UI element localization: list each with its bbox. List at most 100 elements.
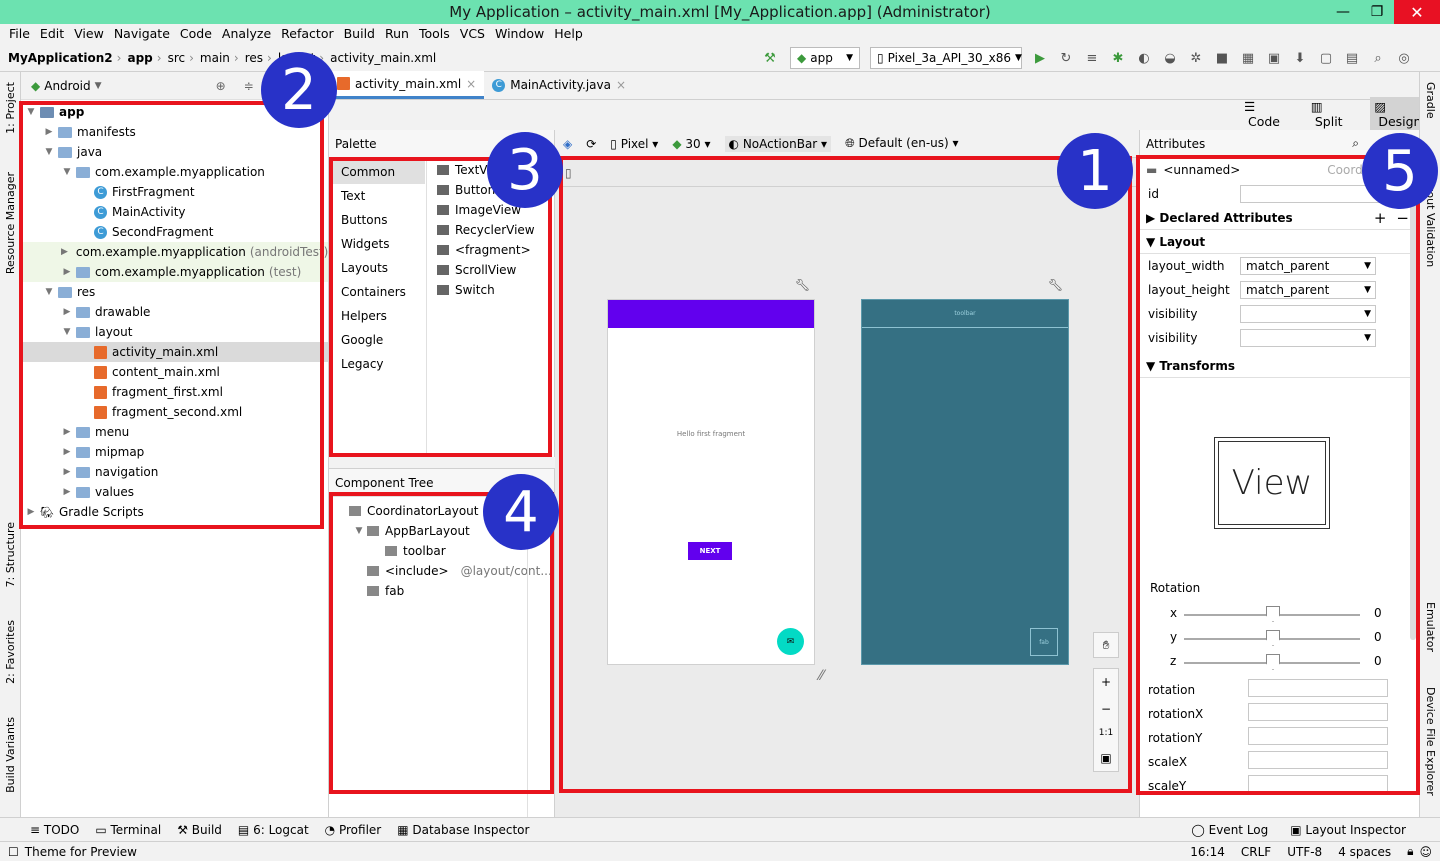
menu-item-vcs[interactable]: VCS xyxy=(455,24,490,44)
menu-item-view[interactable]: View xyxy=(69,24,109,44)
sdk-manager-icon[interactable]: ⬇ xyxy=(1290,48,1310,68)
breadcrumb-item[interactable]: activity_main.xml xyxy=(330,51,436,65)
indent-setting[interactable]: 4 spaces xyxy=(1338,845,1391,859)
sync-icon[interactable]: ▦ xyxy=(1238,48,1258,68)
minimize-button[interactable]: — xyxy=(1326,0,1360,24)
run-config-select[interactable]: ◆ app ▼ xyxy=(790,47,860,69)
collapse-icon[interactable]: ≑ xyxy=(244,79,254,93)
tool-window-0[interactable]: ≡ TODO xyxy=(30,823,79,837)
tool-icon: ▣ xyxy=(1290,822,1306,837)
menu-item-run[interactable]: Run xyxy=(380,24,414,44)
project-tool-tab[interactable]: 1: Project xyxy=(4,82,17,134)
locate-icon[interactable]: ⊕ xyxy=(216,79,226,93)
favorites-tab[interactable]: 2: Favorites xyxy=(4,620,17,684)
api-select[interactable]: ◆ 30 ▾ xyxy=(672,137,710,151)
project-view-select[interactable]: Android xyxy=(44,79,90,93)
tool-window-right[interactable]: ▣ Layout Inspector xyxy=(1290,823,1406,837)
search-icon[interactable]: ⌕ xyxy=(1368,48,1388,68)
breadcrumb-item[interactable]: main xyxy=(200,51,230,65)
tab-label: MainActivity.java xyxy=(510,78,611,92)
callout-badge-5: 5 xyxy=(1362,133,1438,209)
chevron-down-icon[interactable]: ▼ xyxy=(95,81,102,91)
tool-icon: ⚒ xyxy=(177,822,192,837)
menu-item-help[interactable]: Help xyxy=(549,24,588,44)
tool-window-1[interactable]: ▭ Terminal xyxy=(95,823,161,837)
tool-icon: ▤ xyxy=(237,822,254,837)
window-title: My Application – activity_main.xml [My_A… xyxy=(449,3,991,21)
highlight-box-canvas xyxy=(559,156,1132,793)
build-variants-tab[interactable]: Build Variants xyxy=(4,717,17,793)
attach-debugger-icon[interactable]: ◒ xyxy=(1160,48,1180,68)
apply-changes-icon[interactable]: ↻ xyxy=(1056,48,1076,68)
debug-icon[interactable]: ✱ xyxy=(1108,48,1128,68)
code-mode-button[interactable]: ☰ Code xyxy=(1240,97,1299,131)
callout-badge-4: 4 xyxy=(483,474,559,550)
breadcrumb-separator-icon: › xyxy=(189,51,194,65)
device-file-explorer-tab[interactable]: Device File Explorer xyxy=(1424,687,1437,796)
breadcrumb-item[interactable]: MyApplication2 xyxy=(8,51,113,65)
run-icon[interactable]: ▶ xyxy=(1030,48,1050,68)
design-mode-label: Design xyxy=(1378,114,1422,129)
tool-label: Event Log xyxy=(1208,822,1269,837)
bottom-tool-bar: ≡ TODO ▭ Terminal ⚒ Build ▤ 6: Logcat ◔ Prof… xyxy=(0,817,1440,841)
menu-item-build[interactable]: Build xyxy=(339,24,380,44)
locale-select[interactable]: 🌐︎ Default (en-us) ▾ xyxy=(845,136,958,151)
coverage-icon[interactable]: ✲ xyxy=(1186,48,1206,68)
apply-code-icon[interactable]: ≡ xyxy=(1082,48,1102,68)
device-select[interactable]: ▯ Pixel ▾ xyxy=(610,137,658,151)
resource-manager-tab[interactable]: Resource Manager xyxy=(4,172,17,274)
tool-window-3[interactable]: ▤ 6: Logcat xyxy=(238,823,309,837)
menu-item-refactor[interactable]: Refactor xyxy=(276,24,338,44)
breadcrumb-item[interactable]: src xyxy=(168,51,186,65)
breadcrumb: MyApplication2›app›src›main›res›layout›a… xyxy=(8,44,440,72)
close-button[interactable]: ✕ xyxy=(1394,0,1440,24)
tool-window-right[interactable]: ◯ Event Log xyxy=(1191,823,1268,837)
status-checkbox-icon[interactable]: ☐ xyxy=(8,845,19,859)
file-encoding[interactable]: UTF-8 xyxy=(1287,845,1322,859)
xml-file-icon xyxy=(337,77,350,90)
structure-tab[interactable]: 7: Structure xyxy=(4,522,17,587)
menu-item-analyze[interactable]: Analyze xyxy=(217,24,276,44)
breadcrumb-item[interactable]: res xyxy=(245,51,263,65)
menu-item-code[interactable]: Code xyxy=(175,24,217,44)
inspector-icon[interactable]: ☺ xyxy=(1419,845,1432,859)
orientation-icon[interactable]: ⟳ xyxy=(586,137,596,151)
layers-icon[interactable]: ◈ xyxy=(563,137,572,151)
avd-manager-icon[interactable]: ▣ xyxy=(1264,48,1284,68)
tab-main-activity[interactable]: C MainActivity.java × xyxy=(484,71,634,99)
stop-icon[interactable]: ■ xyxy=(1212,48,1232,68)
class-icon: C xyxy=(492,78,506,92)
code-mode-label: Code xyxy=(1248,114,1281,129)
menu-item-tools[interactable]: Tools xyxy=(414,24,455,44)
tool-window-2[interactable]: ⚒ Build xyxy=(177,823,222,837)
lock-icon[interactable]: 🔒︎ xyxy=(1407,844,1413,859)
split-mode-button[interactable]: ▥ Split xyxy=(1307,97,1362,131)
profile-icon[interactable]: ◐ xyxy=(1134,48,1154,68)
line-separator[interactable]: CRLF xyxy=(1241,845,1271,859)
menu-item-file[interactable]: File xyxy=(4,24,35,44)
tool-window-4[interactable]: ◔ Profiler xyxy=(325,823,382,837)
breadcrumb-item[interactable]: app xyxy=(127,51,152,65)
project-structure-icon[interactable]: ▤ xyxy=(1342,48,1362,68)
close-icon[interactable]: × xyxy=(616,78,626,92)
menu-item-edit[interactable]: Edit xyxy=(35,24,69,44)
close-icon[interactable]: × xyxy=(466,77,476,91)
highlight-box-attributes xyxy=(1136,155,1420,795)
search-icon[interactable]: ⌕ xyxy=(1352,136,1359,151)
menu-item-navigate[interactable]: Navigate xyxy=(109,24,175,44)
theme-select[interactable]: ◐ NoActionBar ▾ xyxy=(724,135,832,152)
cursor-position[interactable]: 16:14 xyxy=(1190,845,1225,859)
tool-window-5[interactable]: ▦ Database Inspector xyxy=(397,823,529,837)
menu-item-window[interactable]: Window xyxy=(490,24,549,44)
emulator-tab[interactable]: Emulator xyxy=(1424,602,1437,652)
tool-label: TODO xyxy=(43,822,80,837)
device-manager-icon[interactable]: ▢ xyxy=(1316,48,1336,68)
restore-button[interactable]: ❐ xyxy=(1360,0,1394,24)
tab-activity-main[interactable]: activity_main.xml × xyxy=(329,71,485,99)
device-select[interactable]: ▯ Pixel_3a_API_30_x86 ▼ xyxy=(870,47,1022,69)
assistant-icon[interactable]: ◎ xyxy=(1394,48,1414,68)
tool-icon: ▭ xyxy=(95,822,111,837)
tool-label: Build xyxy=(191,822,222,837)
hammer-icon[interactable]: ⚒ xyxy=(760,48,780,68)
gradle-tab[interactable]: Gradle xyxy=(1424,82,1437,119)
